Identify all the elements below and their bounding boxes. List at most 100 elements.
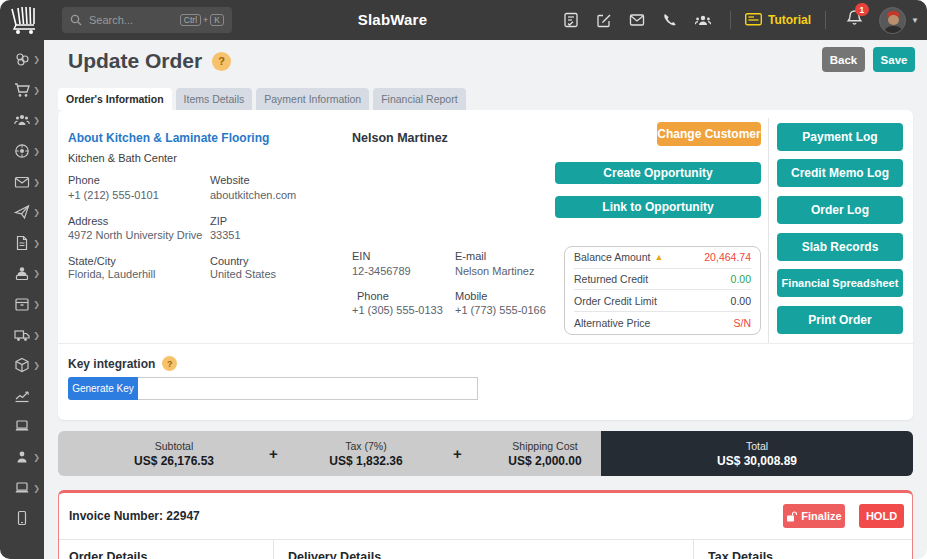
sidebar-item-customers[interactable]: ❯ xyxy=(0,105,44,136)
website-label: Website xyxy=(210,174,250,186)
tutorial-button[interactable]: Tutorial xyxy=(745,13,811,27)
payment-log-button[interactable]: Payment Log xyxy=(777,123,903,151)
generate-key-button[interactable]: Generate Key xyxy=(68,377,138,400)
compose-icon[interactable] xyxy=(596,12,612,28)
zip-label: ZIP xyxy=(210,215,227,227)
tax-section: Tax (7%) US$ 1,832.36 xyxy=(274,431,458,476)
sidebar-item-mail[interactable]: ❯ xyxy=(0,166,44,197)
sidebar-item-shipping[interactable]: ❯ xyxy=(0,319,44,350)
divider xyxy=(825,11,826,29)
email-label: E-mail xyxy=(455,250,486,262)
back-button[interactable]: Back xyxy=(822,47,865,72)
group-icon[interactable] xyxy=(695,12,711,28)
link-to-opportunity-button[interactable]: Link to Opportunity xyxy=(555,196,761,218)
contact-name: Nelson Martinez xyxy=(352,131,448,145)
address-label: Address xyxy=(68,215,108,227)
order-details-header: Order Details xyxy=(69,550,148,559)
print-order-button[interactable]: Print Order xyxy=(777,306,903,334)
kbd-ctrl: Ctrl xyxy=(180,14,201,27)
sidebar-item-documents[interactable]: ❯ xyxy=(0,228,44,259)
total-value: US$ 30,008.89 xyxy=(717,454,797,468)
sidebar-item-mobile[interactable] xyxy=(0,503,44,534)
tax-details-header: Tax Details xyxy=(708,550,773,559)
change-customer-button[interactable]: Change Customer xyxy=(657,122,761,146)
divider xyxy=(273,539,274,559)
slabware-logo-icon[interactable] xyxy=(8,5,40,35)
balance-row: Alternative Price S/N xyxy=(574,312,751,334)
shipping-value: US$ 2,000.00 xyxy=(508,454,581,468)
customer-subtitle: Kitchen & Bath Center xyxy=(68,152,177,164)
key-integration-title: Key integration ? xyxy=(68,356,177,371)
tutorial-label: Tutorial xyxy=(768,13,811,27)
tasks-icon[interactable] xyxy=(563,12,579,28)
order-credit-limit-value: 0.00 xyxy=(731,295,751,307)
key-input[interactable] xyxy=(138,377,478,400)
subtotal-section: Subtotal US$ 26,176.53 xyxy=(58,431,290,476)
sidebar-item-pos[interactable] xyxy=(0,411,44,442)
sidebar-item-workstation[interactable]: ❯ xyxy=(0,472,44,503)
contact-phone-label: Phone xyxy=(357,290,389,302)
tutorial-icon xyxy=(745,13,762,27)
notifications-button[interactable]: 1 xyxy=(846,9,863,31)
app-title: SlabWare xyxy=(300,0,485,40)
balance-row: Returned Credit 0.00 xyxy=(574,269,751,291)
divider xyxy=(59,539,912,540)
delivery-details-header: Delivery Details xyxy=(288,550,381,559)
notification-badge: 1 xyxy=(855,3,869,16)
financial-spreadsheet-button[interactable]: Financial Spreadsheet xyxy=(777,269,903,297)
save-button[interactable]: Save xyxy=(873,47,915,72)
content: Update Order ? Back Save Order's Informa… xyxy=(44,40,927,559)
total-section: Total US$ 30,008.89 xyxy=(601,431,913,476)
search-input[interactable]: Search... Ctrl + K xyxy=(62,7,232,33)
help-icon[interactable]: ? xyxy=(162,356,177,371)
sidebar-item-campaigns[interactable]: ❯ xyxy=(0,197,44,228)
divider xyxy=(693,539,694,559)
ein-label: EIN xyxy=(352,250,370,262)
credit-memo-log-button[interactable]: Credit Memo Log xyxy=(777,159,903,187)
order-info-card: About Kitchen & Laminate Flooring Kitche… xyxy=(58,110,913,420)
ein-value: 12-3456789 xyxy=(352,265,411,277)
balance-row: Order Credit Limit 0.00 xyxy=(574,290,751,312)
warning-icon: ▲ xyxy=(654,252,663,262)
balance-box: Balance Amount▲ 20,464.74 Returned Credi… xyxy=(564,246,761,335)
balance-row: Balance Amount▲ 20,464.74 xyxy=(574,247,751,269)
page-title: Update Order ? xyxy=(68,49,231,73)
sidebar-item-slabs[interactable]: ❯ xyxy=(0,44,44,75)
tabs: Order's Information Items Details Paymen… xyxy=(58,88,466,110)
mail-icon[interactable] xyxy=(629,12,645,28)
hold-button[interactable]: HOLD xyxy=(859,504,904,528)
contact-phone-value: +1 (305) 555-0133 xyxy=(352,304,443,316)
create-opportunity-button[interactable]: Create Opportunity xyxy=(555,162,761,184)
sidebar-item-disc[interactable]: ❯ xyxy=(0,136,44,167)
sidebar: ❯ ❯ ❯ ❯ ❯ ❯ ❯ ❯ ❯ ❯ ❯ ❯ ❯ xyxy=(0,40,44,559)
tab-items-details[interactable]: Items Details xyxy=(176,88,253,110)
summary-bar: Subtotal US$ 26,176.53 + Tax (7%) US$ 1,… xyxy=(58,431,913,476)
phone-value: +1 (212) 555-0101 xyxy=(68,189,159,201)
phone-icon[interactable] xyxy=(662,12,678,28)
slab-records-button[interactable]: Slab Records xyxy=(777,233,903,261)
country-value: United States xyxy=(210,268,276,280)
customer-company-link[interactable]: About Kitchen & Laminate Flooring xyxy=(68,131,269,145)
state-value: Florida, Lauderhill xyxy=(68,268,155,280)
sidebar-item-packages[interactable]: ❯ xyxy=(0,350,44,381)
chevron-down-icon[interactable]: ▼ xyxy=(911,16,919,25)
sidebar-item-reports[interactable] xyxy=(0,381,44,412)
help-icon[interactable]: ? xyxy=(212,52,231,71)
tab-payment-information[interactable]: Payment Information xyxy=(256,88,369,110)
tab-financial-report[interactable]: Financial Report xyxy=(373,88,465,110)
tab-orders-information[interactable]: Order's Information xyxy=(58,88,172,110)
search-icon xyxy=(70,14,82,26)
returned-credit-value: 0.00 xyxy=(731,273,751,285)
avatar[interactable] xyxy=(879,7,906,34)
divider xyxy=(58,343,913,344)
sidebar-item-user[interactable]: ❯ xyxy=(0,442,44,473)
subtotal-value: US$ 26,176.53 xyxy=(134,454,214,468)
finalize-button[interactable]: Finalize xyxy=(783,504,845,528)
sidebar-item-vendor[interactable]: ❯ xyxy=(0,258,44,289)
sidebar-item-orders[interactable]: ❯ xyxy=(0,75,44,106)
invoice-number: Invoice Number: 22947 xyxy=(69,509,200,523)
balance-amount-value: 20,464.74 xyxy=(704,251,751,263)
topbar: Search... Ctrl + K SlabWare Tutorial 1 ▼ xyxy=(0,0,927,40)
sidebar-item-inventory[interactable]: ❯ xyxy=(0,289,44,320)
order-log-button[interactable]: Order Log xyxy=(777,196,903,224)
